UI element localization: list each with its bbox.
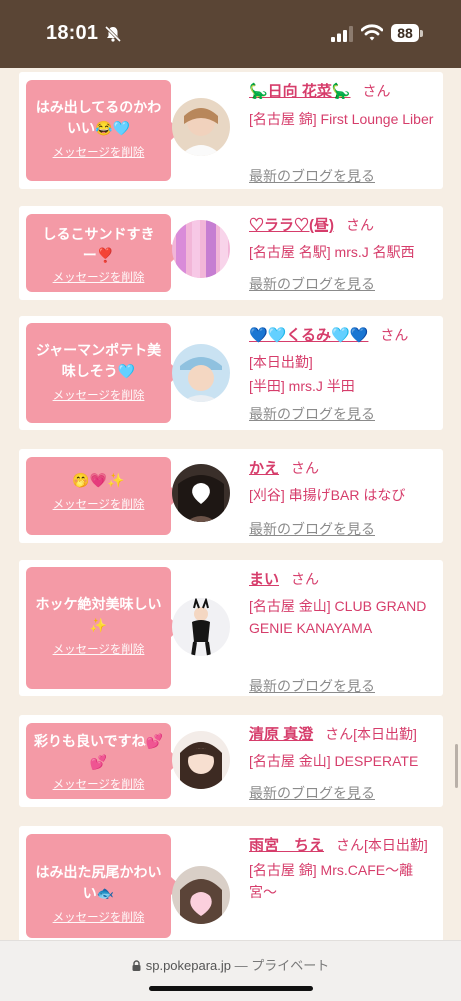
message-bubble: 彩りも良いですね💕💕 メッセージを削除 — [26, 723, 181, 799]
delete-message-link[interactable]: メッセージを削除 — [53, 144, 145, 160]
message-bubble: はみ出た尻尾かわいい🐟 メッセージを削除 — [26, 834, 181, 938]
message-card: しるこサンドすきー❣️ メッセージを削除 ♡ララ♡(昼) さん [名古屋 名駅] … — [19, 206, 443, 300]
bell-slash-icon — [104, 25, 122, 43]
latest-blog-link[interactable]: 最新のブログを見る — [249, 166, 375, 186]
delete-message-link[interactable]: メッセージを削除 — [53, 269, 145, 285]
avatar[interactable] — [172, 344, 230, 402]
message-card: 🤭💗✨ メッセージを削除 かえ さん [刈谷] 串揚げBAR はなび 最新のブログ… — [19, 449, 443, 543]
message-card: はみ出た尻尾かわいい🐟 メッセージを削除 雨宮 ちえ さん[本日出勤] [名古屋 … — [19, 826, 443, 940]
shop-name: [名古屋 錦] First Lounge Liber — [249, 111, 434, 127]
shop-name: [半田] mrs.J 半田 — [249, 378, 355, 394]
message-card: ホッケ絶対美味しい✨ メッセージを削除 まい さん [名古屋 金山] CLUB G… — [19, 560, 443, 696]
message-bubble: 🤭💗✨ メッセージを削除 — [26, 457, 181, 535]
cast-info: 💙🩵くるみ🩵💙 さん [本日出勤] [半田] mrs.J 半田 最新のブログを見る — [249, 324, 437, 422]
message-text: ジャーマンポテト美味しそう🩵 — [35, 342, 162, 379]
honorific: さん — [362, 83, 391, 99]
message-card: 彩りも良いですね💕💕 メッセージを削除 清原 真澄 さん[本日出勤] [名古屋 金… — [19, 715, 443, 807]
latest-blog-link[interactable]: 最新のブログを見る — [249, 519, 375, 539]
message-text: はみ出してるのかわいい😂🩵 — [35, 99, 162, 136]
message-bubble: ホッケ絶対美味しい✨ メッセージを削除 — [26, 567, 181, 689]
cast-info: 清原 真澄 さん[本日出勤] [名古屋 金山] DESPERATE 最新のブログを… — [249, 723, 437, 801]
cast-info: まい さん [名古屋 金山] CLUB GRAND GENIE KANAYAMA … — [249, 568, 437, 694]
cast-info: ♡ララ♡(昼) さん [名古屋 名駅] mrs.J 名駅西 最新のブログを見る — [249, 214, 437, 292]
delete-message-link[interactable]: メッセージを削除 — [53, 909, 145, 925]
cast-info: かえ さん [刈谷] 串揚げBAR はなび 最新のブログを見る — [249, 457, 437, 537]
avatar[interactable] — [172, 866, 230, 924]
shop-status: [本日出勤] — [249, 354, 313, 370]
delete-message-link[interactable]: メッセージを削除 — [53, 496, 145, 512]
message-text: 彩りも良いですね💕💕 — [33, 733, 163, 770]
latest-blog-link[interactable]: 最新のブログを見る — [249, 274, 375, 294]
shop-name: [名古屋 名駅] mrs.J 名駅西 — [249, 244, 415, 260]
honorific: さん — [346, 217, 374, 233]
latest-blog-link[interactable]: 最新のブログを見る — [249, 404, 375, 424]
attendance-badge: [本日出勤] — [364, 837, 428, 853]
honorific: さん — [336, 837, 365, 853]
avatar[interactable] — [172, 98, 230, 156]
shop-name: [名古屋 錦] Mrs.CAFE〜離宮〜 — [249, 862, 414, 900]
status-bar: 18:01 88 — [0, 0, 461, 68]
cast-name-link[interactable]: まい — [249, 571, 279, 588]
delete-message-link[interactable]: メッセージを削除 — [53, 641, 145, 657]
honorific: さん — [291, 571, 320, 587]
message-text: はみ出た尻尾かわいい🐟 — [35, 864, 162, 901]
avatar[interactable] — [172, 220, 230, 278]
cast-name-link[interactable]: ♡ララ♡(昼) — [249, 217, 334, 234]
delete-message-link[interactable]: メッセージを削除 — [53, 387, 145, 403]
message-text: しるこサンドすきー❣️ — [42, 226, 155, 263]
privacy-label: — プライベート — [234, 958, 330, 973]
cast-name-link[interactable]: かえ — [249, 460, 279, 477]
attendance-badge: [本日出勤] — [353, 726, 417, 742]
wifi-icon — [361, 24, 383, 41]
status-time: 18:01 — [46, 22, 99, 44]
cast-name-link[interactable]: 清原 真澄 — [249, 726, 313, 743]
cast-name-link[interactable]: 雨宮 ちえ — [249, 837, 324, 854]
url-domain: sp.pokepara.jp — [145, 958, 232, 973]
message-text: ホッケ絶対美味しい✨ — [35, 596, 162, 633]
latest-blog-link[interactable]: 最新のブログを見る — [249, 676, 375, 696]
delete-message-link[interactable]: メッセージを削除 — [53, 776, 145, 792]
honorific: さん — [380, 327, 409, 343]
cellular-signal-icon — [331, 26, 353, 42]
scrollbar[interactable] — [455, 744, 458, 788]
battery-icon: 88 — [391, 24, 419, 42]
home-indicator[interactable] — [149, 986, 313, 991]
avatar[interactable] — [172, 464, 230, 522]
cast-name-link[interactable]: 💙🩵くるみ🩵💙 — [249, 327, 368, 344]
address-bar[interactable]: sp.pokepara.jp — プライベート — [0, 955, 461, 974]
message-feed[interactable]: はみ出してるのかわいい😂🩵 メッセージを削除 🦕日向 花菜🦕 さん [名古屋 錦]… — [0, 68, 461, 940]
shop-name: [刈谷] 串揚げBAR はなび — [249, 487, 406, 503]
latest-blog-link[interactable]: 最新のブログを見る — [249, 783, 375, 803]
message-card: はみ出してるのかわいい😂🩵 メッセージを削除 🦕日向 花菜🦕 さん [名古屋 錦]… — [19, 72, 443, 189]
message-bubble: しるこサンドすきー❣️ メッセージを削除 — [26, 214, 181, 292]
lock-icon — [132, 960, 141, 971]
honorific: さん — [325, 726, 354, 742]
shop-name: [名古屋 金山] DESPERATE — [249, 753, 419, 769]
cast-info: 🦕日向 花菜🦕 さん [名古屋 錦] First Lounge Liber 最新の… — [249, 80, 437, 184]
message-bubble: はみ出してるのかわいい😂🩵 メッセージを削除 — [26, 80, 181, 181]
battery-cap — [420, 30, 423, 37]
honorific: さん — [291, 460, 320, 476]
message-text: 🤭💗✨ — [72, 472, 125, 488]
message-card: ジャーマンポテト美味しそう🩵 メッセージを削除 💙🩵くるみ🩵💙 さん [本日出勤]… — [19, 316, 443, 430]
cast-info: 雨宮 ちえ さん[本日出勤] [名古屋 錦] Mrs.CAFE〜離宮〜 — [249, 834, 437, 903]
avatar[interactable] — [172, 598, 230, 656]
message-bubble: ジャーマンポテト美味しそう🩵 メッセージを削除 — [26, 323, 181, 423]
avatar[interactable] — [172, 731, 230, 789]
cast-name-link[interactable]: 🦕日向 花菜🦕 — [249, 83, 351, 100]
browser-bottom-bar: sp.pokepara.jp — プライベート — [0, 940, 461, 1001]
shop-name: [名古屋 金山] CLUB GRAND GENIE KANAYAMA — [249, 598, 427, 636]
